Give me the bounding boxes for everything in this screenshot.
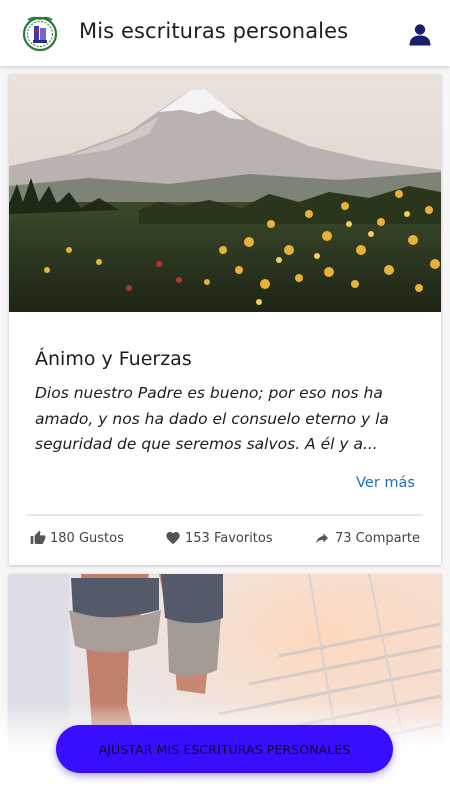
page-title: Mis escrituras personales bbox=[79, 19, 349, 43]
card-divider bbox=[27, 514, 423, 516]
likes-count: 180 Gustos bbox=[50, 530, 124, 546]
church-emblem-logo-icon[interactable] bbox=[22, 14, 58, 52]
user-profile-icon[interactable] bbox=[408, 22, 432, 46]
thumbs-up-icon bbox=[30, 530, 46, 544]
shares-count: 73 Comparte bbox=[335, 530, 421, 546]
scripture-card[interactable]: Ánimo y Fuerzas Dios nuestro Padre es bu… bbox=[9, 74, 441, 565]
favorites-button[interactable]: 153 Favoritos bbox=[165, 530, 273, 546]
adjust-scriptures-button[interactable]: AJUSTAR MIS ESCRITURAS PERSONALES bbox=[56, 725, 393, 773]
share-arrow-icon bbox=[316, 533, 328, 544]
app-screen: Mis escrituras personales Ánimo y Fuerza… bbox=[0, 0, 450, 800]
mountain-flowers-landscape-image bbox=[9, 74, 441, 312]
scriptures-feed[interactable]: Ánimo y Fuerzas Dios nuestro Padre es bu… bbox=[0, 66, 450, 800]
heart-icon bbox=[166, 532, 180, 545]
favorites-count: 153 Favoritos bbox=[185, 530, 273, 546]
app-header: Mis escrituras personales bbox=[0, 0, 450, 66]
likes-button[interactable]: 180 Gustos bbox=[30, 530, 124, 546]
share-button[interactable]: 73 Comparte bbox=[313, 530, 420, 546]
card-excerpt: Dios nuestro Padre es bueno; por eso nos… bbox=[35, 384, 389, 453]
card-title: Ánimo y Fuerzas bbox=[35, 348, 192, 370]
read-more-link[interactable]: Ver más bbox=[356, 475, 415, 491]
